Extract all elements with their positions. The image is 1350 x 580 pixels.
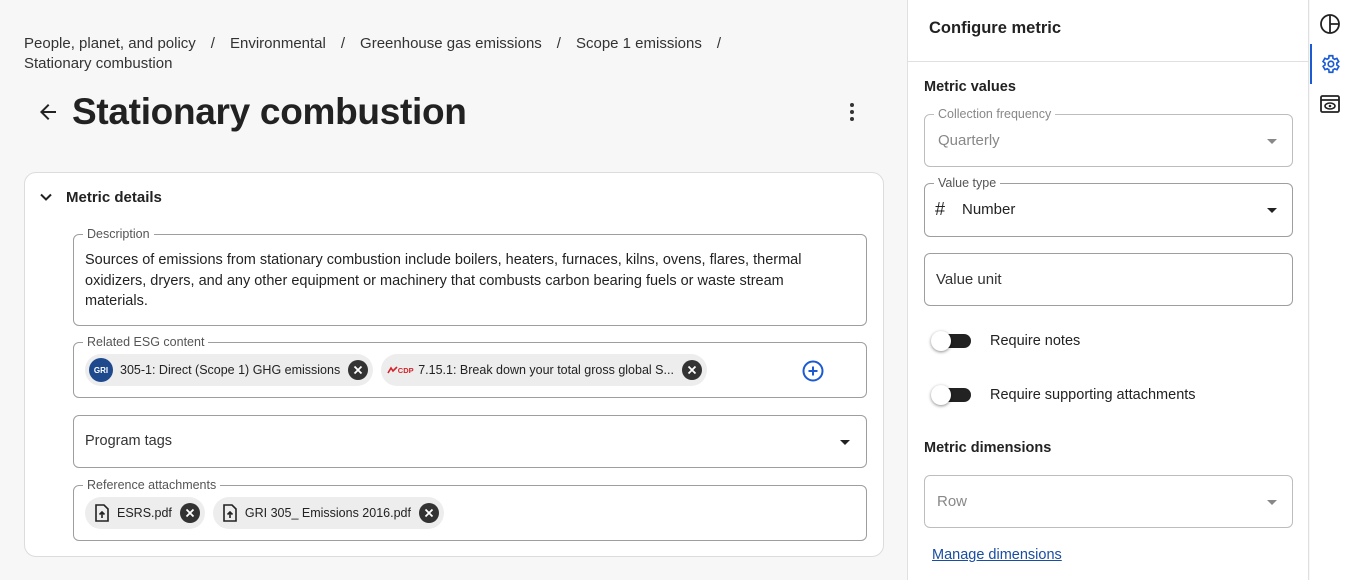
value-unit-input[interactable]: Value unit	[924, 253, 1293, 306]
manage-dimensions-link[interactable]: Manage dimensions	[932, 547, 1062, 563]
preview-icon[interactable]	[1310, 84, 1350, 124]
row-placeholder: Row	[937, 493, 968, 510]
require-attachments-toggle[interactable]: Require supporting attachments	[931, 385, 1196, 405]
collection-frequency-value: Quarterly	[938, 132, 1000, 149]
require-attachments-label: Require supporting attachments	[990, 387, 1196, 403]
caret-down-icon	[1267, 208, 1277, 213]
toggle-switch[interactable]	[931, 331, 971, 351]
back-arrow-icon[interactable]	[34, 98, 62, 126]
page-title: Stationary combustion	[72, 91, 467, 132]
breadcrumb-separator: /	[210, 35, 215, 52]
chip-label: 305-1: Direct (Scope 1) GHG emissions	[120, 363, 341, 377]
attachment-chip[interactable]: ESRS.pdf	[85, 497, 205, 529]
metric-details-title: Metric details	[66, 188, 162, 206]
configure-metric-panel: Configure metric Metric values Collectio…	[907, 0, 1309, 580]
related-chips: GRI 305-1: Direct (Scope 1) GHG emission…	[85, 354, 707, 386]
attachment-name: GRI 305_ Emissions 2016.pdf	[244, 506, 411, 520]
number-hash-icon: #	[935, 199, 946, 219]
add-circle-icon[interactable]	[802, 360, 824, 382]
cdp-logo-icon: CDP	[385, 358, 415, 382]
attachment-name: ESRS.pdf	[117, 506, 172, 520]
metric-details-toggle[interactable]: Metric details	[39, 187, 162, 207]
require-notes-toggle[interactable]: Require notes	[931, 331, 1080, 351]
chevron-down-icon	[40, 193, 52, 201]
program-tags-placeholder: Program tags	[85, 433, 173, 449]
main-content: People, planet, and policy / Environmental…	[0, 0, 907, 580]
program-tags-select[interactable]: Program tags	[73, 415, 867, 468]
caret-down-icon	[1267, 139, 1277, 144]
value-type-label: Value type	[934, 175, 1001, 191]
require-notes-label: Require notes	[990, 333, 1081, 349]
metric-values-title: Metric values	[924, 79, 1016, 95]
breadcrumb-separator: /	[716, 35, 722, 52]
chart-pie-icon[interactable]	[1310, 4, 1350, 44]
more-options-icon[interactable]	[844, 98, 860, 126]
title-row: Stationary combustion	[34, 86, 874, 138]
gear-icon[interactable]	[1310, 44, 1350, 84]
related-esg-label: Related ESG content	[83, 334, 209, 350]
caret-down-icon	[1267, 500, 1277, 505]
value-unit-placeholder: Value unit	[936, 271, 1002, 288]
gri-logo-icon: GRI	[89, 358, 113, 382]
caret-down-icon	[840, 440, 850, 445]
panel-title: Configure metric	[929, 19, 1062, 37]
remove-chip-icon[interactable]	[681, 360, 702, 380]
breadcrumb-separator: /	[556, 35, 561, 52]
side-rail	[1310, 0, 1350, 580]
value-type-select[interactable]: Value type # Number	[924, 175, 1293, 237]
remove-chip-icon[interactable]	[348, 360, 369, 380]
toggle-switch[interactable]	[931, 385, 971, 405]
breadcrumb-item[interactable]: Environmental	[230, 35, 326, 52]
description-text: Sources of emissions from stationary com…	[85, 252, 802, 309]
collection-frequency-label: Collection frequency	[934, 106, 1056, 122]
value-type-value: Number	[962, 201, 1016, 218]
attachment-chips: ESRS.pdf GRI 305_ Emissions 2016.pdf	[85, 497, 444, 529]
related-esg-content-field: Related ESG content GRI 305-1: Direct (S…	[73, 334, 867, 398]
remove-attachment-icon[interactable]	[418, 503, 439, 523]
panel-divider	[908, 61, 1309, 62]
related-chip-gri[interactable]: GRI 305-1: Direct (Scope 1) GHG emission…	[85, 354, 374, 386]
breadcrumb: People, planet, and policy / Environmental…	[24, 34, 884, 74]
breadcrumb-separator: /	[340, 35, 346, 52]
attachments-label: Reference attachments	[83, 477, 221, 493]
breadcrumb-item[interactable]: Greenhouse gas emissions	[360, 35, 542, 52]
description-label: Description	[83, 226, 154, 242]
breadcrumb-current: Stationary combustion	[24, 55, 173, 72]
remove-attachment-icon[interactable]	[179, 503, 200, 523]
chip-label: 7.15.1: Break down your total gross glob…	[418, 363, 674, 377]
file-upload-icon	[95, 504, 109, 522]
cdp-logo-text: CDP	[397, 365, 414, 375]
file-upload-icon	[223, 504, 237, 522]
row-dimension-select[interactable]: Row	[924, 475, 1293, 528]
metric-dimensions-title: Metric dimensions	[924, 440, 1052, 456]
metric-details-card: Metric details Description Sources of em…	[24, 172, 884, 557]
description-field[interactable]: Description Sources of emissions from st…	[73, 226, 867, 326]
attachment-chip[interactable]: GRI 305_ Emissions 2016.pdf	[212, 497, 444, 529]
collection-frequency-select[interactable]: Collection frequency Quarterly	[924, 106, 1293, 167]
breadcrumb-item[interactable]: People, planet, and policy	[24, 35, 196, 52]
related-chip-cdp[interactable]: CDP 7.15.1: Break down your total gross …	[381, 354, 707, 386]
reference-attachments-field: Reference attachments ESRS.pdf GRI 305_ …	[73, 477, 867, 541]
breadcrumb-item[interactable]: Scope 1 emissions	[576, 35, 702, 52]
